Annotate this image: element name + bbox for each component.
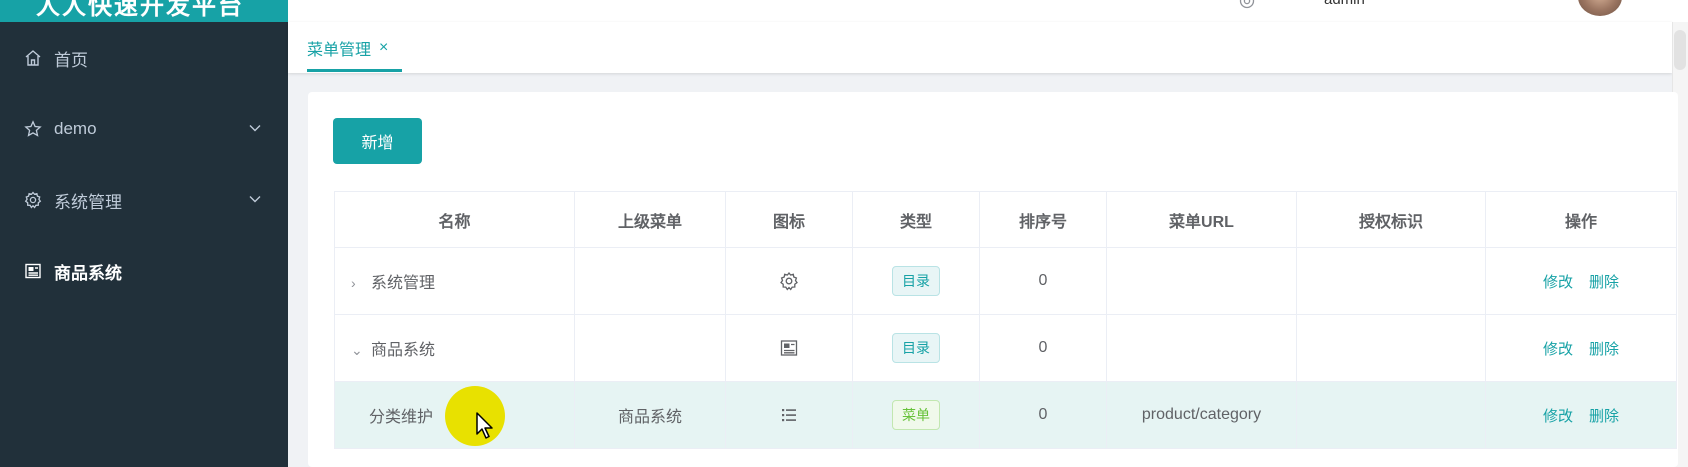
delete-link[interactable]: 删除 xyxy=(1589,408,1619,425)
cell-icon xyxy=(725,381,853,449)
cell-name: › 系统管理 xyxy=(334,247,575,315)
cell-perms xyxy=(1296,314,1486,382)
column-header-type[interactable]: 类型 xyxy=(852,191,980,248)
tab-menu-management[interactable]: 菜单管理 × xyxy=(307,22,388,73)
cell-url: product/category xyxy=(1106,381,1297,449)
cell-parent xyxy=(574,247,726,315)
picture-icon xyxy=(780,340,798,356)
table-row[interactable]: › 系统管理 目录 0 修改 删除 xyxy=(334,247,1677,315)
table-row[interactable]: ⌄ 商品系统 目录 0 修改 删除 xyxy=(334,314,1677,382)
cell-perms xyxy=(1296,247,1486,315)
sidebar-item-demo[interactable]: demo xyxy=(0,101,288,157)
cell-icon xyxy=(725,247,853,315)
cell-order: 0 xyxy=(979,247,1107,315)
row-name: 分类维护 xyxy=(369,409,434,426)
list-icon xyxy=(782,409,796,422)
sidebar-item-system[interactable]: 系统管理 xyxy=(0,172,288,228)
cell-order: 0 xyxy=(979,314,1107,382)
chevron-down-icon xyxy=(249,125,261,132)
expand-toggle[interactable]: › xyxy=(351,275,365,291)
cell-parent xyxy=(574,314,726,382)
cell-actions: 修改 删除 xyxy=(1485,381,1677,449)
table-header-row: 名称 上级菜单 图标 类型 排序号 菜单URL 授权标识 操作 xyxy=(334,191,1677,248)
avatar[interactable] xyxy=(1578,0,1622,16)
tab-label: 菜单管理 xyxy=(307,41,372,59)
cell-icon xyxy=(725,314,853,382)
close-icon[interactable]: × xyxy=(379,39,388,57)
column-header-url[interactable]: 菜单URL xyxy=(1106,191,1297,248)
gear-icon xyxy=(780,271,798,291)
user-name[interactable]: admin xyxy=(1324,0,1365,8)
cell-perms xyxy=(1296,381,1486,449)
column-header-icon[interactable]: 图标 xyxy=(725,191,853,248)
edit-link[interactable]: 修改 xyxy=(1543,408,1573,425)
cell-order: 0 xyxy=(979,381,1107,449)
table-row[interactable]: 分类维护 商品系统 菜单 0 product/category 修改 删除 xyxy=(334,381,1677,449)
sidebar-item-label: demo xyxy=(54,119,97,138)
scrollbar-thumb[interactable] xyxy=(1674,30,1686,70)
column-header-order[interactable]: 排序号 xyxy=(979,191,1107,248)
gear-icon xyxy=(24,191,42,209)
row-name: 系统管理 xyxy=(371,275,436,292)
star-icon xyxy=(24,120,42,138)
picture-icon xyxy=(24,262,42,280)
cell-name: ⌄ 商品系统 xyxy=(334,314,575,382)
mouse-cursor-icon xyxy=(476,412,493,439)
sidebar-item-label: 系统管理 xyxy=(54,192,122,212)
add-button[interactable]: 新增 xyxy=(333,118,422,164)
delete-link[interactable]: 删除 xyxy=(1589,274,1619,291)
edit-link[interactable]: 修改 xyxy=(1543,274,1573,291)
row-name: 商品系统 xyxy=(371,342,436,359)
cell-url xyxy=(1106,314,1297,382)
sidebar: 人人快速开发平台 首页 demo 系统管理 商品系统 xyxy=(0,0,288,467)
cell-actions: 修改 删除 xyxy=(1485,314,1677,382)
top-header: admin xyxy=(288,0,1688,22)
app-logo-text: 人人快速开发平台 xyxy=(36,0,244,20)
type-tag: 菜单 xyxy=(892,400,940,430)
type-tag: 目录 xyxy=(892,266,940,296)
cell-type: 目录 xyxy=(852,247,980,315)
menu-table: 名称 上级菜单 图标 类型 排序号 菜单URL 授权标识 操作 › 系统管理 目录… xyxy=(334,191,1677,449)
tab-active-indicator xyxy=(307,69,402,72)
cell-type: 菜单 xyxy=(852,381,980,449)
column-header-actions[interactable]: 操作 xyxy=(1485,191,1677,248)
type-tag: 目录 xyxy=(892,333,940,363)
tab-bar: 菜单管理 × xyxy=(288,22,1672,73)
column-header-perms[interactable]: 授权标识 xyxy=(1296,191,1486,248)
sidebar-item-label: 商品系统 xyxy=(54,263,122,283)
column-header-name[interactable]: 名称 xyxy=(334,191,575,248)
sidebar-item-product[interactable]: 商品系统 xyxy=(0,243,288,299)
cursor-highlight xyxy=(445,386,505,446)
edit-link[interactable]: 修改 xyxy=(1543,341,1573,358)
home-icon xyxy=(24,49,42,67)
settings-icon[interactable] xyxy=(1238,0,1256,10)
sidebar-item-home[interactable]: 首页 xyxy=(0,30,288,86)
delete-link[interactable]: 删除 xyxy=(1589,341,1619,358)
logo-bar: 人人快速开发平台 xyxy=(0,0,288,22)
column-header-parent[interactable]: 上级菜单 xyxy=(574,191,726,248)
cell-type: 目录 xyxy=(852,314,980,382)
sidebar-item-label: 首页 xyxy=(54,50,88,70)
chevron-down-icon xyxy=(249,196,261,203)
cell-actions: 修改 删除 xyxy=(1485,247,1677,315)
cell-parent: 商品系统 xyxy=(574,381,726,449)
cell-url xyxy=(1106,247,1297,315)
expand-toggle[interactable]: ⌄ xyxy=(351,342,365,359)
